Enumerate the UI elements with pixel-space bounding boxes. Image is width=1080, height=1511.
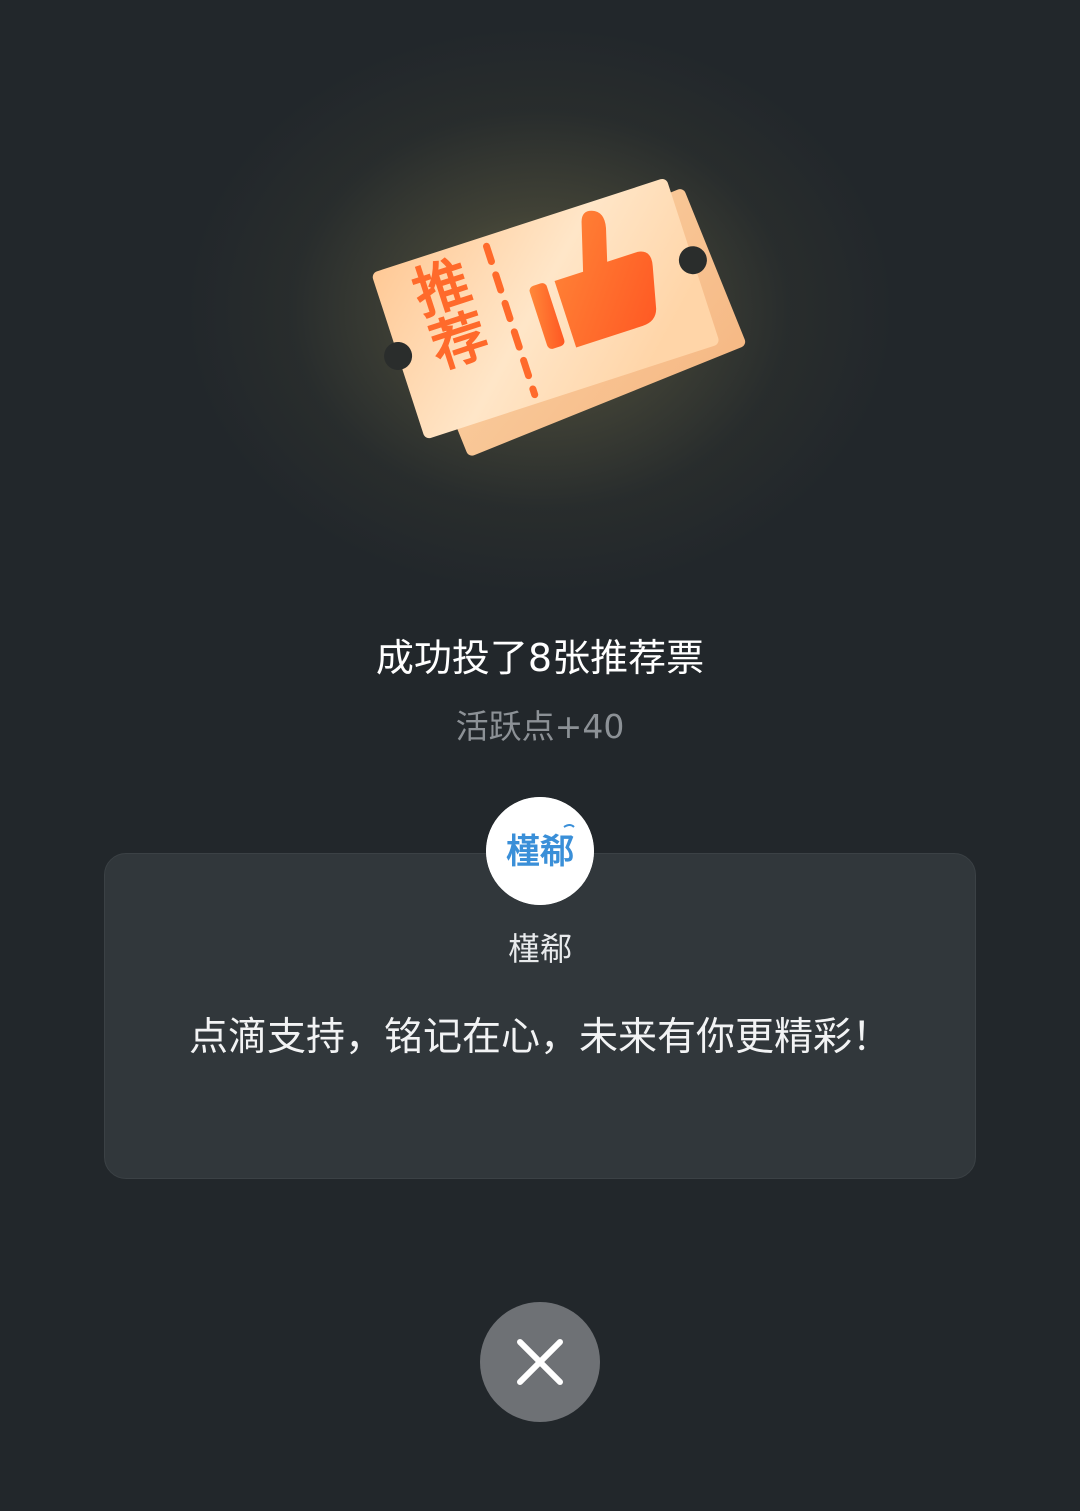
close-button[interactable] [480, 1302, 600, 1422]
recommendation-ticket-illustration: 推荐 [372, 179, 746, 456]
author-avatar[interactable]: 槿郗 [486, 797, 594, 905]
avatar-logo-text: 槿郗 [506, 832, 574, 872]
activity-points-text: 活跃点+40 [455, 707, 625, 746]
close-icon [517, 1339, 563, 1385]
vote-success-title: 成功投了8张推荐票 [375, 636, 705, 680]
author-name: 槿郗 [507, 930, 572, 968]
author-thanks-message: 点滴支持，铭记在心，未来有你更精彩！ [188, 1015, 891, 1060]
